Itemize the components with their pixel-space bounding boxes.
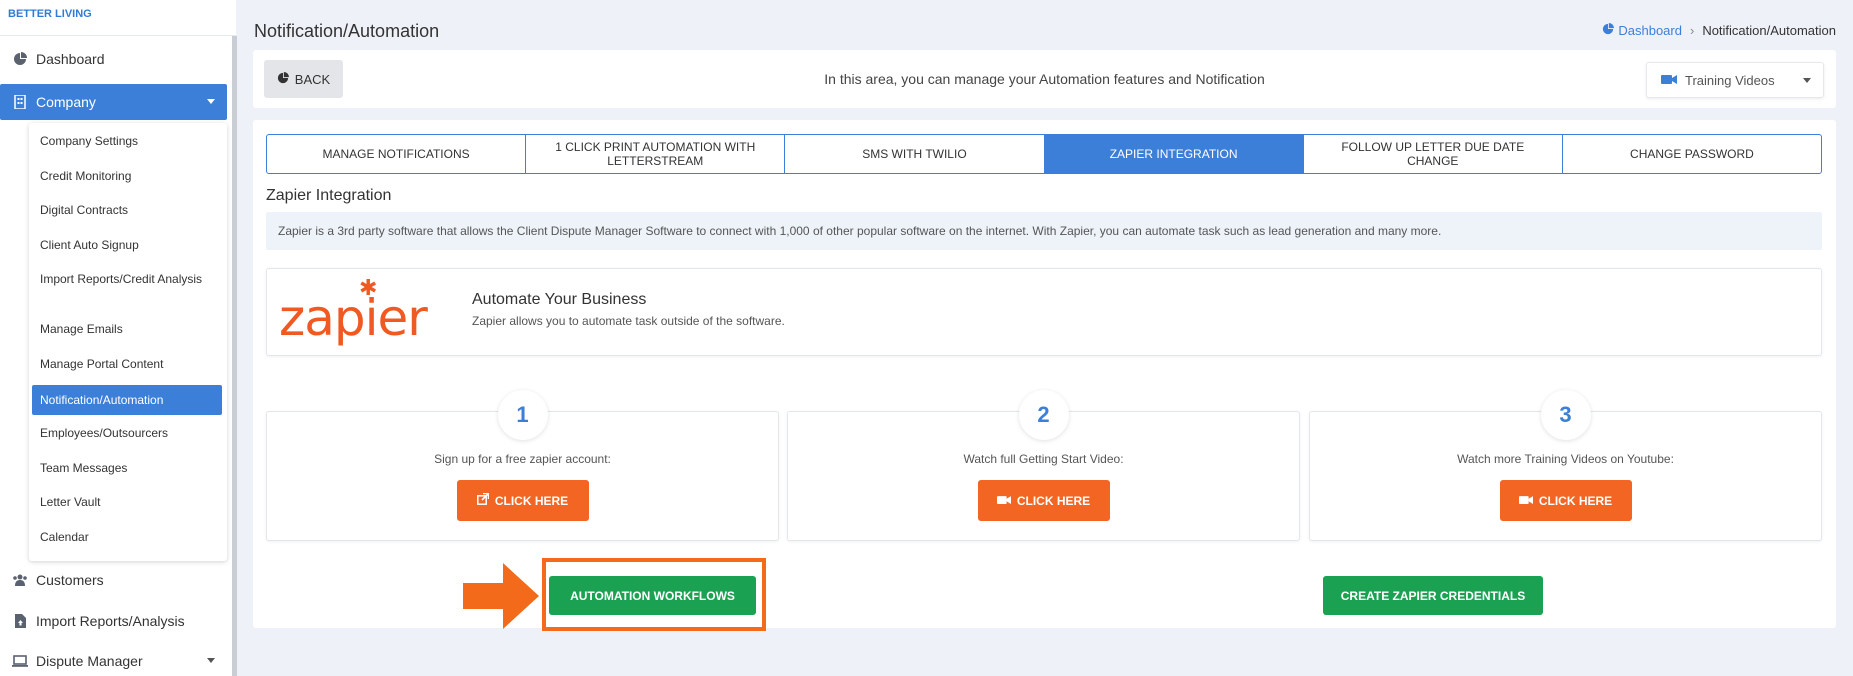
step-number: 2 <box>1018 390 1069 440</box>
step-number: 3 <box>1540 390 1591 440</box>
training-videos-label: Training Videos <box>1685 72 1775 88</box>
submenu-item-manage-emails[interactable]: Manage Emails <box>32 321 222 338</box>
chevron-right-icon: › <box>1689 23 1695 38</box>
external-link-icon <box>476 492 490 508</box>
submenu-item-employees[interactable]: Employees/Outsourcers <box>32 425 222 442</box>
users-icon <box>12 572 28 588</box>
step-number: 1 <box>497 390 548 440</box>
arrow-right-icon <box>463 563 539 634</box>
chevron-down-icon <box>207 99 215 104</box>
submenu-item-letter-vault[interactable]: Letter Vault <box>32 494 222 511</box>
tab-follow-up-letter[interactable]: FOLLOW UP LETTER DUE DATE CHANGE <box>1304 135 1563 173</box>
card-title: Automate Your Business <box>472 291 647 308</box>
tab-print-automation[interactable]: 1 CLICK PRINT AUTOMATION WITH LETTERSTRE… <box>526 135 786 173</box>
create-zapier-credentials-button[interactable]: CREATE ZAPIER CREDENTIALS <box>1323 576 1543 615</box>
sidebar-item-label: Import Reports/Analysis <box>36 613 185 629</box>
button-label: CLICK HERE <box>494 493 569 508</box>
chevron-down-icon <box>1803 78 1811 83</box>
submenu-item-company-settings[interactable]: Company Settings <box>32 133 222 150</box>
video-camera-icon <box>1518 494 1533 508</box>
step-text: Watch more Training Videos on Youtube: <box>1457 452 1674 466</box>
tab-zapier-integration[interactable]: ZAPIER INTEGRATION <box>1044 135 1304 173</box>
laptop-icon <box>12 653 28 669</box>
zapier-info-box: Zapier is a 3rd party software that allo… <box>266 212 1822 250</box>
tab-bar: MANAGE NOTIFICATIONS 1 CLICK PRINT AUTOM… <box>266 134 1822 174</box>
breadcrumb: Dashboard › Notification/Automation <box>1602 23 1836 38</box>
tab-manage-notifications[interactable]: MANAGE NOTIFICATIONS <box>267 135 527 173</box>
breadcrumb-home-link[interactable]: Dashboard <box>1602 23 1682 38</box>
signup-click-here-button[interactable]: CLICK HERE <box>456 480 589 521</box>
step-card-1: 1 Sign up for a free zapier account: CLI… <box>266 390 779 541</box>
tab-change-password[interactable]: CHANGE PASSWORD <box>1563 135 1821 173</box>
button-label: CLICK HERE <box>1016 493 1091 508</box>
sidebar-item-label: Customers <box>36 572 104 588</box>
asterisk-icon: ✱ <box>359 275 378 300</box>
card-subtitle: Zapier allows you to automate task outsi… <box>472 314 785 328</box>
zapier-logo: zapier <box>279 289 428 347</box>
sidebar-item-label: Dashboard <box>36 51 105 67</box>
step-card-3: 3 Watch more Training Videos on Youtube:… <box>1309 390 1822 541</box>
submenu-item-notification-automation[interactable]: Notification/Automation <box>32 385 222 415</box>
sidebar-scrollbar[interactable] <box>232 36 237 676</box>
submenu-item-client-auto-signup[interactable]: Client Auto Signup <box>32 237 222 254</box>
breadcrumb-current: Notification/Automation <box>1702 23 1836 38</box>
submenu-item-import-reports[interactable]: Import Reports/Credit Analysis <box>32 271 222 288</box>
page-title: Notification/Automation <box>254 21 440 41</box>
sidebar-item-dispute-manager[interactable]: Dispute Manager <box>0 643 227 676</box>
video-camera-icon <box>996 494 1011 508</box>
pie-chart-icon <box>12 51 28 67</box>
highlight-frame <box>542 558 766 631</box>
building-icon <box>12 94 28 110</box>
sidebar: BETTER LIVING Dashboard Company Company … <box>0 0 236 676</box>
breadcrumb-home-label: Dashboard <box>1618 23 1682 38</box>
company-submenu: Company Settings Credit Monitoring Digit… <box>29 123 227 561</box>
sidebar-item-company[interactable]: Company <box>0 84 227 120</box>
submenu-item-calendar[interactable]: Calendar <box>32 529 222 546</box>
submenu-item-manage-portal-content[interactable]: Manage Portal Content <box>32 356 222 373</box>
submenu-item-credit-monitoring[interactable]: Credit Monitoring <box>32 168 222 185</box>
step-card-2: 2 Watch full Getting Start Video: CLICK … <box>787 390 1300 541</box>
sidebar-item-import-reports[interactable]: Import Reports/Analysis <box>0 603 227 639</box>
file-upload-icon <box>12 613 28 629</box>
step-text: Sign up for a free zapier account: <box>434 452 611 466</box>
tab-sms-twilio[interactable]: SMS WITH TWILIO <box>785 135 1045 173</box>
getting-started-video-button[interactable]: CLICK HERE <box>977 480 1110 521</box>
submenu-item-team-messages[interactable]: Team Messages <box>32 460 222 477</box>
brand-name: BETTER LIVING <box>0 0 236 36</box>
topbar-card: BACK In this area, you can manage your A… <box>253 50 1836 108</box>
sidebar-item-label: Dispute Manager <box>36 653 143 669</box>
step-text: Watch full Getting Start Video: <box>963 452 1124 466</box>
topbar-info-text: In this area, you can manage your Automa… <box>824 71 1265 87</box>
video-camera-icon <box>1661 73 1677 88</box>
sidebar-item-customers[interactable]: Customers <box>0 562 227 598</box>
zapier-card: zapier ✱ Automate Your Business Zapier a… <box>266 268 1822 356</box>
sidebar-item-label: Company <box>36 94 96 110</box>
training-videos-dropdown[interactable]: Training Videos <box>1646 62 1824 98</box>
chevron-down-icon <box>207 658 215 663</box>
section-title: Zapier Integration <box>266 187 392 204</box>
submenu-item-digital-contracts[interactable]: Digital Contracts <box>32 202 222 219</box>
sidebar-item-dashboard[interactable]: Dashboard <box>0 41 227 77</box>
main-card: MANAGE NOTIFICATIONS 1 CLICK PRINT AUTOM… <box>253 120 1836 628</box>
button-label: CLICK HERE <box>1538 493 1613 508</box>
pie-chart-icon <box>1602 23 1615 38</box>
youtube-videos-button[interactable]: CLICK HERE <box>1499 480 1632 521</box>
